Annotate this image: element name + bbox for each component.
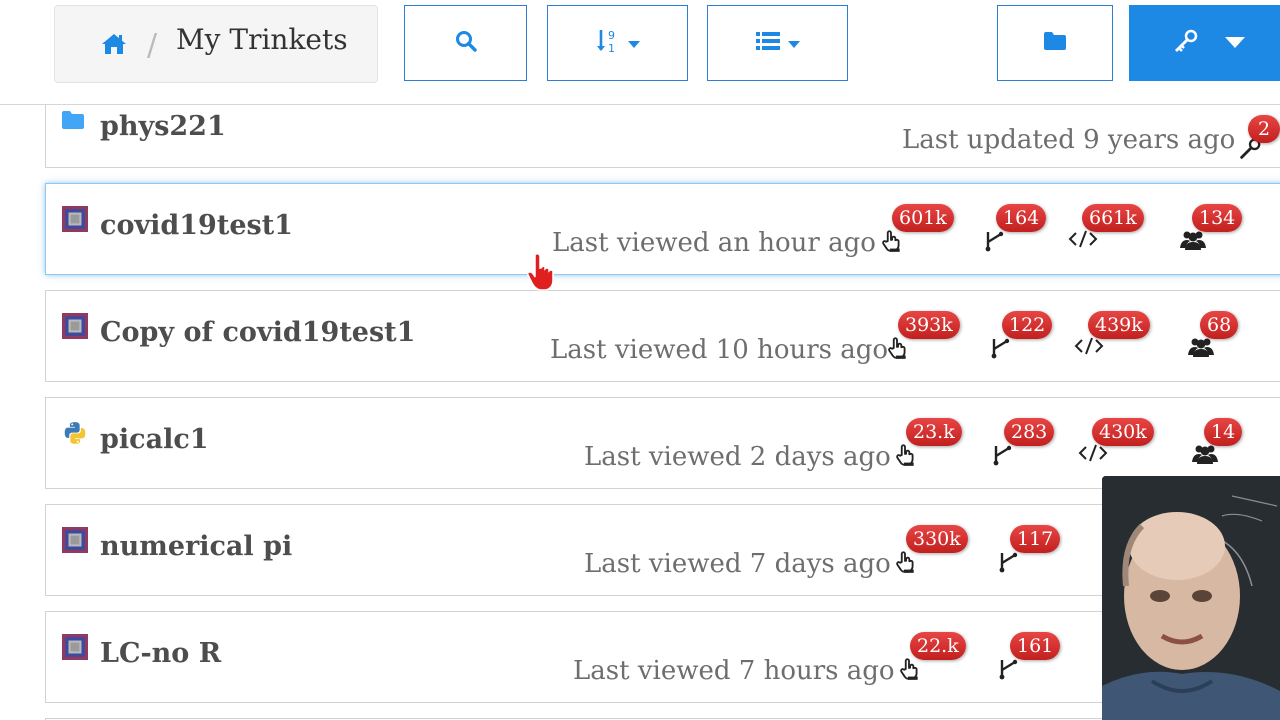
list-icon (755, 31, 780, 55)
runs-badge: 122 (1002, 311, 1053, 339)
folder-row-phys221[interactable]: phys221 Last updated 9 years ago 2 (45, 104, 1280, 168)
folder-icon (62, 111, 84, 133)
code-stat: 430k (1078, 418, 1154, 470)
last-viewed-text: Last viewed 2 days ago (584, 442, 891, 472)
runs-stat: 117 (996, 525, 1061, 577)
trinket-name[interactable]: numerical pi (100, 531, 292, 562)
users-badge: 134 (1192, 204, 1243, 232)
runs-badge: 117 (1010, 525, 1061, 553)
key-menu-button[interactable] (1129, 5, 1280, 81)
last-viewed-text: Last viewed an hour ago (552, 228, 876, 258)
count-badge: 2 (1248, 115, 1280, 143)
runs-stat: 164 (982, 204, 1047, 256)
runs-badge: 161 (1010, 632, 1061, 660)
sort-button[interactable]: 91 (547, 5, 688, 81)
glowscript-icon (62, 527, 88, 557)
last-updated-text: Last updated 9 years ago (902, 125, 1236, 155)
runs-stat: 122 (988, 311, 1053, 363)
python-icon (62, 420, 88, 450)
trinket-row[interactable]: numerical pi Last viewed 7 days ago 330k… (45, 504, 1280, 596)
folder-key-stat: 2 (1238, 115, 1280, 167)
search-icon (455, 30, 477, 56)
trinket-name[interactable]: picalc1 (100, 424, 209, 455)
glowscript-icon (62, 313, 88, 343)
mouse-pointer-icon (526, 252, 556, 296)
views-badge: 601k (892, 204, 954, 232)
presenter-video (1102, 476, 1280, 720)
glowscript-icon (62, 206, 88, 236)
code-badge: 661k (1082, 204, 1144, 232)
views-badge: 330k (906, 525, 968, 553)
chevron-down-icon (1225, 34, 1245, 53)
key-icon (1173, 28, 1199, 58)
views-badge: 22.k (910, 632, 966, 660)
views-stat: 601k (878, 204, 954, 256)
chevron-down-icon (787, 34, 800, 53)
views-stat: 330k (892, 525, 968, 577)
views-badge: 393k (898, 311, 960, 339)
users-stat: 68 (1186, 311, 1239, 363)
page-title: My Trinkets (176, 23, 348, 56)
trinket-name[interactable]: covid19test1 (100, 210, 293, 241)
toolbar: / My Trinkets 91 (0, 0, 1280, 105)
users-stat: 134 (1178, 204, 1243, 256)
users-badge: 14 (1204, 418, 1243, 446)
trinket-row[interactable]: Copy of covid19test1 Last viewed 10 hour… (45, 290, 1280, 382)
users-stat: 14 (1190, 418, 1243, 470)
code-badge: 430k (1092, 418, 1154, 446)
sort-numeric-icon: 91 (596, 28, 620, 58)
breadcrumb: / My Trinkets (54, 5, 378, 83)
views-stat: 393k (884, 311, 960, 363)
view-button[interactable] (707, 5, 848, 81)
svg-text:9: 9 (608, 29, 615, 42)
trinket-name[interactable]: Copy of covid19test1 (100, 317, 415, 348)
glowscript-icon (62, 634, 88, 664)
breadcrumb-separator: / (147, 28, 158, 63)
trinket-row[interactable]: LC-no R Last viewed 7 hours ago 22.k 161 (45, 611, 1280, 703)
last-viewed-text: Last viewed 7 days ago (584, 549, 891, 579)
views-badge: 23.k (906, 418, 962, 446)
folder-icon (1044, 32, 1066, 54)
code-stat: 439k (1074, 311, 1150, 363)
last-viewed-text: Last viewed 10 hours ago (550, 335, 889, 365)
trinket-list: phys221 Last updated 9 years ago 2 covid… (0, 104, 1280, 720)
svg-text:1: 1 (608, 42, 615, 54)
search-button[interactable] (404, 5, 527, 81)
code-badge: 439k (1088, 311, 1150, 339)
runs-badge: 164 (996, 204, 1047, 232)
last-viewed-text: Last viewed 7 hours ago (573, 656, 895, 686)
webcam-overlay (1102, 476, 1280, 720)
trinket-row[interactable]: covid19test1 Last viewed an hour ago 601… (45, 183, 1280, 275)
code-stat: 661k (1068, 204, 1144, 256)
users-badge: 68 (1200, 311, 1239, 339)
runs-badge: 283 (1004, 418, 1055, 446)
views-stat: 23.k (892, 418, 962, 470)
chevron-down-icon (627, 34, 640, 53)
trinket-row[interactable]: picalc1 Last viewed 2 days ago 23.k 283 … (45, 397, 1280, 489)
runs-stat: 161 (996, 632, 1061, 684)
home-icon[interactable] (101, 32, 127, 60)
folder-name[interactable]: phys221 (100, 111, 226, 142)
folder-button[interactable] (997, 5, 1113, 81)
runs-stat: 283 (990, 418, 1055, 470)
trinket-name[interactable]: LC-no R (100, 638, 221, 669)
views-stat: 22.k (896, 632, 966, 684)
